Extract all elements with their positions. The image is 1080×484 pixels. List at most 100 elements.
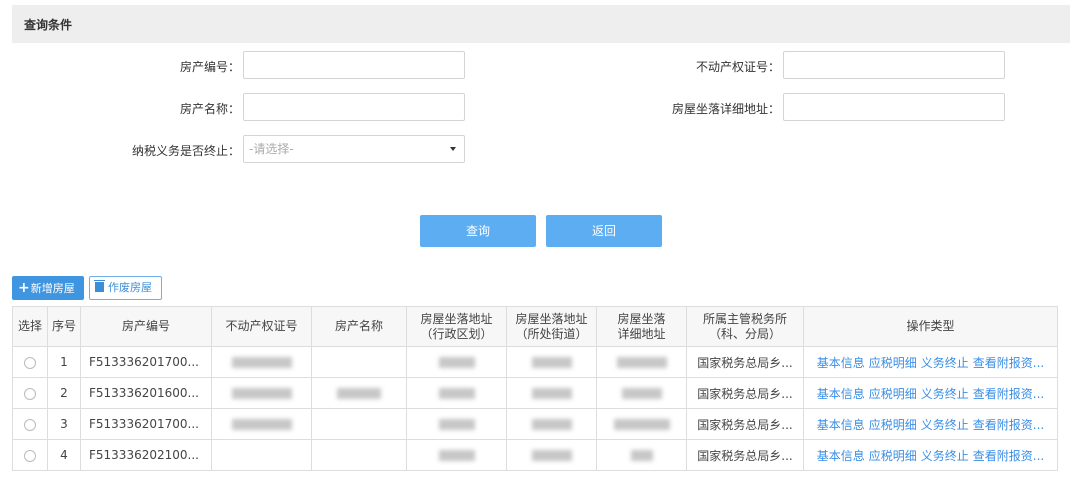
header-street-line2: （所处街道） xyxy=(515,326,588,341)
row-select-cell[interactable] xyxy=(12,408,48,440)
property-no-label: 房产编号： xyxy=(179,60,240,74)
row-street xyxy=(506,439,597,471)
row-district xyxy=(406,346,507,378)
row-ops: 基本信息 应税明细 义务终止 查看附报资... xyxy=(803,408,1058,440)
property-no-input[interactable] xyxy=(243,51,465,79)
redacted-text xyxy=(438,357,475,368)
row-radio[interactable] xyxy=(24,418,36,431)
redacted-text xyxy=(630,450,653,461)
row-name xyxy=(311,408,407,440)
add-house-button[interactable]: +新增房屋 xyxy=(12,276,84,300)
header-tax-office-line2: （科、分局） xyxy=(708,326,781,341)
row-district xyxy=(406,377,507,409)
op-tax-detail-link[interactable]: 应税明细 xyxy=(869,356,917,370)
row-tax-office: 国家税务总局乡... xyxy=(686,377,804,409)
row-property-no: F513336201700... xyxy=(80,408,212,440)
row-radio[interactable] xyxy=(24,387,36,400)
redacted-text xyxy=(531,419,572,430)
row-cert-no xyxy=(211,346,312,378)
header-select: 选择 xyxy=(12,306,48,347)
plus-icon: + xyxy=(18,280,30,296)
row-select-cell[interactable] xyxy=(12,377,48,409)
query-panel-header: 查询条件 xyxy=(12,5,1070,43)
header-district-line2: （行政区划） xyxy=(420,326,493,341)
row-detail xyxy=(596,408,687,440)
row-cert-no xyxy=(211,377,312,409)
address-label: 房屋坐落详细地址： xyxy=(671,102,780,116)
row-tax-office: 国家税务总局乡... xyxy=(686,346,804,378)
row-radio[interactable] xyxy=(24,356,36,369)
redacted-text xyxy=(438,388,475,399)
op-basic-link[interactable]: 基本信息 xyxy=(817,356,865,370)
table-row[interactable]: 1 F513336201700... 国家税务总局乡... 基本信息 应税明细 义务… xyxy=(12,346,1058,378)
op-terminate-link[interactable]: 义务终止 xyxy=(921,387,969,401)
op-attachments-link[interactable]: 查看附报资... xyxy=(973,418,1044,432)
op-basic-link[interactable]: 基本信息 xyxy=(817,418,865,432)
header-seq: 序号 xyxy=(47,306,81,347)
op-tax-detail-link[interactable]: 应税明细 xyxy=(869,418,917,432)
row-ops: 基本信息 应税明细 义务终止 查看附报资... xyxy=(803,439,1058,471)
query-button[interactable]: 查询 xyxy=(420,215,536,247)
redacted-text xyxy=(531,450,572,461)
header-detail-line1: 房屋坐落 xyxy=(617,311,666,326)
row-radio[interactable] xyxy=(24,449,36,462)
property-name-input[interactable] xyxy=(243,93,465,121)
header-detail-line2: 详细地址 xyxy=(617,326,666,341)
property-name-label: 房产名称： xyxy=(179,102,240,116)
table-row[interactable]: 4 F513336202100... 国家税务总局乡... 基本信息 应税明细 义务… xyxy=(12,439,1058,471)
header-ops: 操作类型 xyxy=(803,306,1058,347)
table-row[interactable]: 2 F513336201600... 国家税务总局乡... 基本信息 应税明细 义务… xyxy=(12,377,1058,409)
header-detail: 房屋坐落 详细地址 xyxy=(596,306,687,347)
op-basic-link[interactable]: 基本信息 xyxy=(817,387,865,401)
row-district xyxy=(406,408,507,440)
tax-end-placeholder: -请选择- xyxy=(249,142,294,156)
op-attachments-link[interactable]: 查看附报资... xyxy=(973,449,1044,463)
table-header-row: 选择 序号 房产编号 不动产权证号 房产名称 房屋坐落地址 （行政区划） 房屋坐落… xyxy=(12,306,1058,347)
op-basic-link[interactable]: 基本信息 xyxy=(817,449,865,463)
row-street xyxy=(506,408,597,440)
row-cert-no xyxy=(211,439,312,471)
row-detail xyxy=(596,346,687,378)
row-street xyxy=(506,377,597,409)
table-row[interactable]: 3 F513336201700... 国家税务总局乡... 基本信息 应税明细 义务… xyxy=(12,408,1058,440)
redacted-text xyxy=(438,419,475,430)
op-attachments-link[interactable]: 查看附报资... xyxy=(973,356,1044,370)
row-property-no: F513336201600... xyxy=(80,377,212,409)
redacted-text xyxy=(231,388,292,399)
tax-end-select[interactable]: -请选择- xyxy=(243,135,465,163)
row-select-cell[interactable] xyxy=(12,439,48,471)
row-ops: 基本信息 应税明细 义务终止 查看附报资... xyxy=(803,377,1058,409)
row-tax-office: 国家税务总局乡... xyxy=(686,439,804,471)
op-attachments-link[interactable]: 查看附报资... xyxy=(973,387,1044,401)
panel-title: 查询条件 xyxy=(24,18,73,32)
op-tax-detail-link[interactable]: 应税明细 xyxy=(869,387,917,401)
row-tax-office: 国家税务总局乡... xyxy=(686,408,804,440)
tax-end-label: 纳税义务是否终止： xyxy=(131,144,240,158)
trash-icon xyxy=(94,280,105,292)
op-terminate-link[interactable]: 义务终止 xyxy=(921,418,969,432)
redacted-text xyxy=(616,357,667,368)
redacted-text xyxy=(231,357,292,368)
row-seq: 3 xyxy=(47,408,81,440)
row-seq: 1 xyxy=(47,346,81,378)
row-cert-no xyxy=(211,408,312,440)
row-seq: 2 xyxy=(47,377,81,409)
address-input[interactable] xyxy=(783,93,1005,121)
header-tax-office: 所属主管税务所 （科、分局） xyxy=(686,306,804,347)
void-house-button[interactable]: 作废房屋 xyxy=(89,276,162,300)
chevron-down-icon xyxy=(450,147,456,151)
row-detail xyxy=(596,439,687,471)
cert-no-input[interactable] xyxy=(783,51,1005,79)
row-property-no: F513336202100... xyxy=(80,439,212,471)
cert-no-label: 不动产权证号： xyxy=(695,60,780,74)
row-property-no: F513336201700... xyxy=(80,346,212,378)
op-terminate-link[interactable]: 义务终止 xyxy=(921,449,969,463)
row-select-cell[interactable] xyxy=(12,346,48,378)
property-table: 选择 序号 房产编号 不动产权证号 房产名称 房屋坐落地址 （行政区划） 房屋坐落… xyxy=(12,306,1058,471)
op-terminate-link[interactable]: 义务终止 xyxy=(921,356,969,370)
row-name xyxy=(311,377,407,409)
op-tax-detail-link[interactable]: 应税明细 xyxy=(869,449,917,463)
back-button[interactable]: 返回 xyxy=(546,215,662,247)
row-district xyxy=(406,439,507,471)
redacted-text xyxy=(531,357,572,368)
